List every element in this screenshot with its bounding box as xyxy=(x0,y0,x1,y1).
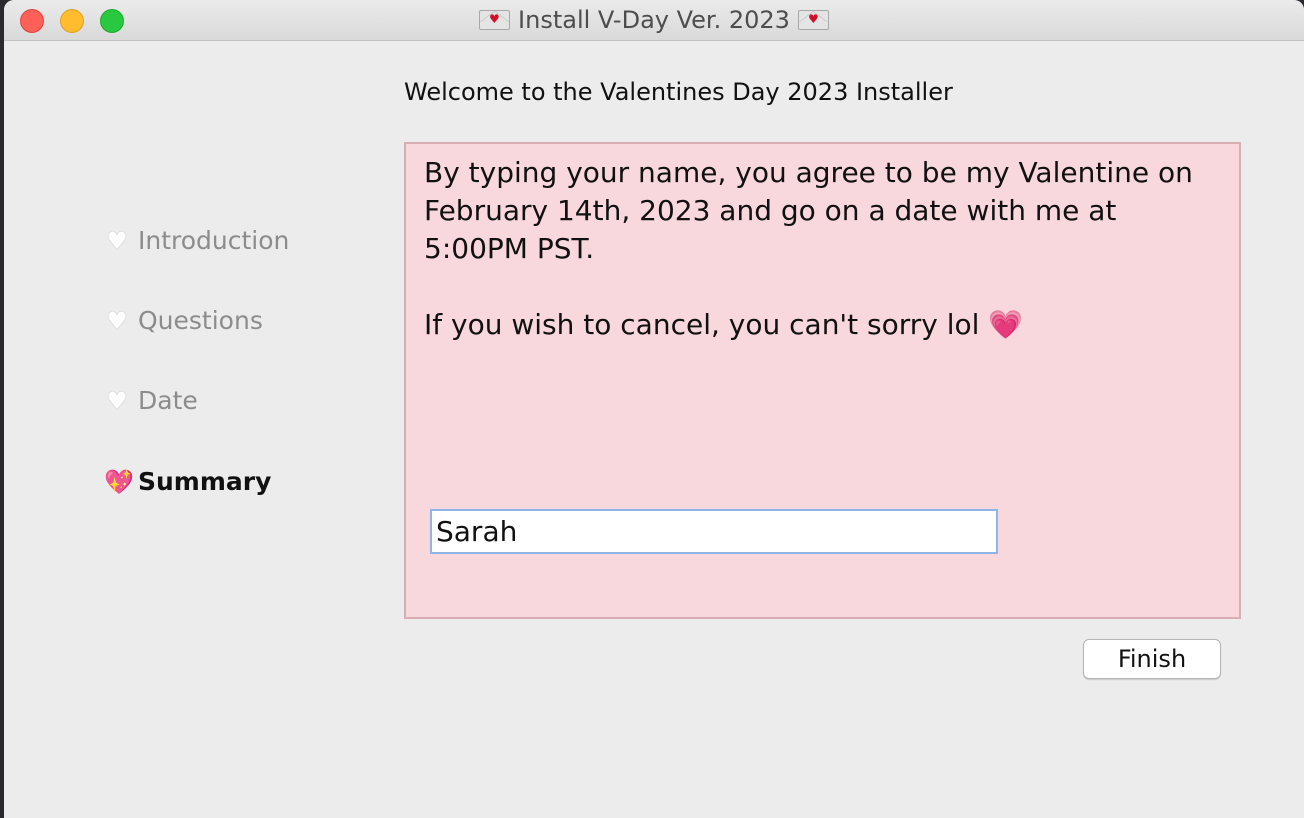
summary-message: By typing your name, you agree to be my … xyxy=(424,154,1224,344)
summary-panel: By typing your name, you agree to be my … xyxy=(404,142,1241,619)
love-letter-icon: ♥ xyxy=(797,10,829,30)
sparkling-heart-icon: 💖 xyxy=(104,467,134,496)
cancel-text-line: If you wish to cancel, you can't sorry l… xyxy=(424,306,1224,344)
welcome-heading: Welcome to the Valentines Day 2023 Insta… xyxy=(404,78,953,106)
white-heart-icon: ♥ xyxy=(106,386,128,415)
pink-heart-icon: 💗 xyxy=(988,308,1024,341)
sidebar-item-label: Questions xyxy=(138,306,263,335)
love-letter-icon: ♥ xyxy=(479,10,511,30)
sidebar-item-label: Summary xyxy=(138,467,272,496)
name-input[interactable] xyxy=(430,509,998,554)
finish-button[interactable]: Finish xyxy=(1083,639,1221,679)
white-heart-icon: ♥ xyxy=(106,226,128,255)
sidebar-item-questions: ♥ Questions xyxy=(104,306,263,335)
agreement-text: By typing your name, you agree to be my … xyxy=(424,156,1193,265)
cancel-text: If you wish to cancel, you can't sorry l… xyxy=(424,308,980,341)
sidebar-item-introduction: ♥ Introduction xyxy=(104,226,289,255)
button-bar: Finish xyxy=(404,621,1244,699)
window-title-container: ♥ Install V-Day Ver. 2023 ♥ xyxy=(4,6,1304,34)
window-title: Install V-Day Ver. 2023 xyxy=(518,6,790,34)
sidebar-item-summary: 💖 Summary xyxy=(104,467,271,496)
sidebar-item-label: Date xyxy=(138,386,198,415)
installer-window: ♥ Install V-Day Ver. 2023 ♥ Welcome to the… xyxy=(4,0,1304,818)
title-bar[interactable]: ♥ Install V-Day Ver. 2023 ♥ xyxy=(4,0,1304,41)
sidebar-item-label: Introduction xyxy=(138,226,290,255)
white-heart-icon: ♥ xyxy=(106,306,128,335)
sidebar-item-date: ♥ Date xyxy=(104,386,198,415)
